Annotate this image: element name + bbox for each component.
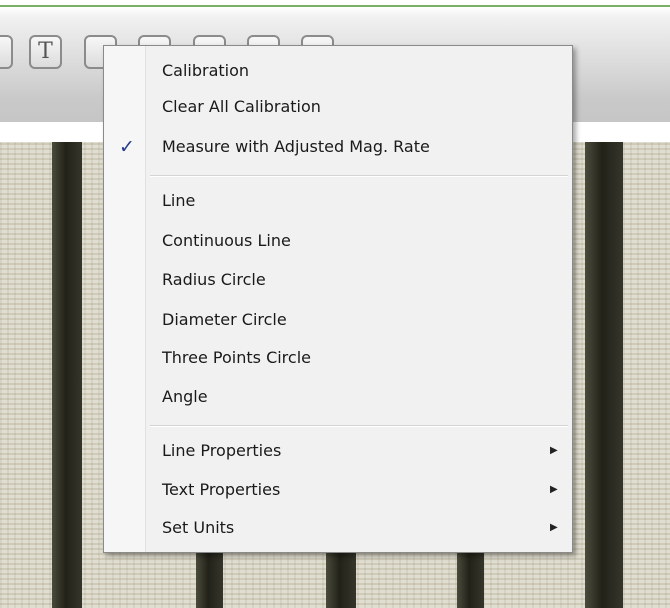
menu-item-label: Clear All Calibration: [162, 97, 321, 116]
submenu-arrow-icon: ▶: [550, 484, 558, 495]
menu-item-label: Three Points Circle: [162, 348, 311, 367]
menu-item-label: Angle: [162, 387, 208, 406]
menu-item-measure-adjusted-mag-rate[interactable]: ✓ Measure with Adjusted Mag. Rate: [106, 131, 570, 163]
menu-item-clear-all-calibration[interactable]: Clear All Calibration: [106, 91, 570, 123]
check-icon: ✓: [119, 136, 135, 158]
menu-item-line-properties[interactable]: Line Properties ▶: [106, 435, 570, 467]
menu-item-set-units[interactable]: Set Units ▶: [106, 512, 570, 544]
scale-bar: [457, 550, 484, 608]
menu-separator: [150, 175, 568, 177]
menu-item-continuous-line[interactable]: Continuous Line: [106, 225, 570, 257]
tool-button-partial[interactable]: [0, 35, 13, 69]
window-top-accent-line: [0, 0, 670, 7]
text-tool-button[interactable]: T: [29, 35, 62, 69]
menu-item-calibration[interactable]: Calibration: [106, 55, 570, 87]
menu-item-label: Text Properties: [162, 480, 281, 499]
menu-item-text-properties[interactable]: Text Properties ▶: [106, 474, 570, 506]
menu-item-label: Diameter Circle: [162, 310, 287, 329]
text-tool-icon: T: [38, 39, 53, 64]
scale-bar: [585, 142, 623, 608]
menu-item-label: Set Units: [162, 518, 235, 537]
menu-item-label: Radius Circle: [162, 270, 266, 289]
scale-bar: [326, 550, 356, 608]
menu-item-angle[interactable]: Angle: [106, 381, 570, 413]
menu-item-label: Measure with Adjusted Mag. Rate: [162, 137, 430, 156]
menu-item-label: Calibration: [162, 61, 250, 80]
submenu-arrow-icon: ▶: [550, 445, 558, 456]
menu-item-radius-circle[interactable]: Radius Circle: [106, 264, 570, 296]
menu-item-three-points-circle[interactable]: Three Points Circle: [106, 342, 570, 374]
menu-item-line[interactable]: Line: [106, 185, 570, 217]
scale-bar: [196, 550, 223, 608]
menu-item-label: Continuous Line: [162, 231, 291, 250]
submenu-arrow-icon: ▶: [550, 522, 558, 533]
context-menu: Calibration Clear All Calibration ✓ Meas…: [103, 45, 573, 553]
menu-separator: [150, 425, 568, 427]
scale-bar: [52, 142, 82, 608]
menu-item-label: Line Properties: [162, 441, 282, 460]
menu-item-diameter-circle[interactable]: Diameter Circle: [106, 304, 570, 336]
menu-item-label: Line: [162, 191, 196, 210]
